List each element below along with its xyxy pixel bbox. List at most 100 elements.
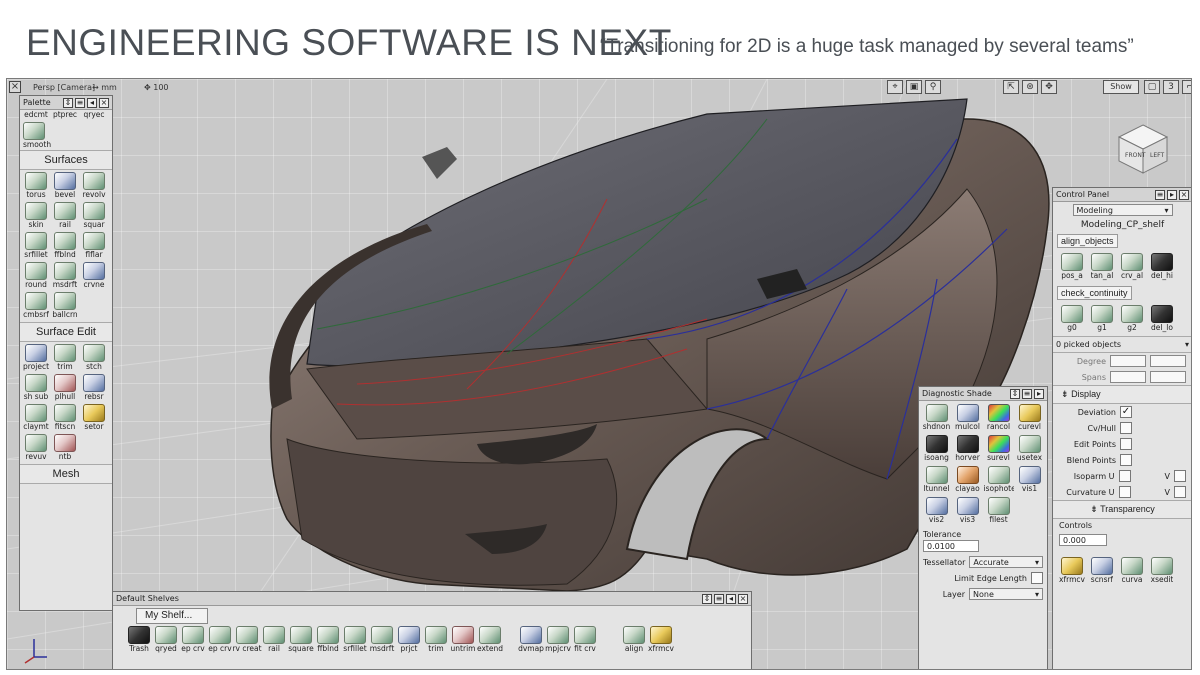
tolerance-input[interactable]: 0.0100 [923, 540, 979, 552]
diag-isophote[interactable]: isophote [983, 466, 1014, 494]
zoom-icon[interactable]: ⚲ [925, 80, 941, 94]
collapse-icon[interactable]: ▸ [1167, 189, 1177, 200]
diag-rancol[interactable]: rancol [983, 404, 1014, 432]
list-icon[interactable]: ≡ [1022, 388, 1032, 399]
tool-rail[interactable]: rail [51, 202, 79, 230]
shelf-tool-rv-creat[interactable]: rv creat [232, 626, 262, 654]
tool-bevel[interactable]: bevel [51, 172, 79, 200]
tool-cmbsrf[interactable]: cmbsrf [22, 292, 50, 320]
diag-usetex[interactable]: usetex [1014, 435, 1045, 463]
shelf-tool-xfrmcv[interactable]: xfrmcv [648, 626, 674, 654]
shelf-tool-ep-crv-2[interactable]: ep crv [208, 626, 232, 654]
tool-msdrft[interactable]: msdrft [51, 262, 79, 290]
shelf-tool-fit-crv[interactable]: fit crv [573, 626, 597, 654]
tessellator-select[interactable]: Accurate ▾ [969, 556, 1043, 568]
shelf-tool-trash[interactable]: Trash [127, 626, 151, 654]
close-icon[interactable]: × [99, 97, 109, 108]
diag-vis3[interactable]: vis3 [952, 497, 983, 525]
tool-stch[interactable]: stch [80, 344, 108, 372]
mesh-section-title[interactable]: Mesh [20, 464, 112, 484]
tool-round[interactable]: round [22, 262, 50, 290]
diag-filest[interactable]: filest [983, 497, 1014, 525]
cp-g0[interactable]: g0 [1057, 305, 1087, 333]
view-cube[interactable]: FRONT LEFT [1117, 123, 1169, 175]
close-icon[interactable]: × [738, 593, 748, 604]
shelf-tool-dvmap[interactable]: dvmap [518, 626, 544, 654]
shelf-tool-ep-crv[interactable]: ep crv [181, 626, 205, 654]
cv-hull-checkbox[interactable] [1120, 422, 1132, 434]
cp-del-hi[interactable]: del_hi [1147, 253, 1177, 281]
isoparm-u-checkbox[interactable] [1118, 470, 1131, 482]
pin-icon[interactable]: ⇕ [1010, 388, 1020, 399]
collapse-icon[interactable]: ◂ [87, 97, 97, 108]
tool-ffblnd[interactable]: ffblnd [51, 232, 79, 260]
mode-select[interactable]: Modeling ▾ [1072, 204, 1173, 216]
pin-icon[interactable]: ⇕ [63, 97, 73, 108]
diag-vis2[interactable]: vis2 [921, 497, 952, 525]
tool-rebsr[interactable]: rebsr [80, 374, 108, 402]
layer-select[interactable]: None ▾ [969, 588, 1043, 600]
cp-pos-a[interactable]: pos_a [1057, 253, 1087, 281]
diag-mulcol[interactable]: mulcol [952, 404, 983, 432]
shelf-tool-extend[interactable]: extend [477, 626, 503, 654]
cp-scnsrf[interactable]: scnsrf [1087, 557, 1117, 585]
diag-surevl[interactable]: surevl [983, 435, 1014, 463]
transparency-section-title[interactable]: ⇟ Transparency [1053, 500, 1191, 519]
layout-corner-icon[interactable]: ⌐ [1182, 80, 1191, 94]
list-icon[interactable]: ≡ [75, 97, 85, 108]
shelf-tool-qryed[interactable]: qryed [154, 626, 178, 654]
check-continuity-label[interactable]: check_continuity [1057, 286, 1132, 300]
spans-field[interactable] [1110, 371, 1146, 383]
pin-icon[interactable]: ⇕ [702, 593, 712, 604]
layout-three-icon[interactable]: 3 [1163, 80, 1179, 94]
shelf-tool-prjct[interactable]: prjct [397, 626, 421, 654]
tool-revolve[interactable]: revolv [80, 172, 108, 200]
close-icon[interactable]: × [1179, 189, 1189, 200]
diag-isoang[interactable]: isoang [921, 435, 952, 463]
edit-points-checkbox[interactable] [1120, 438, 1132, 450]
shelf-tool-msdrft[interactable]: msdrft [370, 626, 394, 654]
diag-curevl[interactable]: curevl [1014, 404, 1045, 432]
tool-square[interactable]: squar [80, 202, 108, 230]
shelf-tool-trim[interactable]: trim [424, 626, 448, 654]
deviation-checkbox[interactable]: ✓ [1120, 406, 1132, 418]
curvature-u-checkbox[interactable] [1118, 486, 1131, 498]
diag-horver[interactable]: horver [952, 435, 983, 463]
tool-fitscn[interactable]: fitscn [51, 404, 79, 432]
tool-ntb[interactable]: ntb [51, 434, 79, 462]
shelf-tool-srfillet[interactable]: srfillet [343, 626, 367, 654]
shelf-tool-rail[interactable]: rail [262, 626, 286, 654]
pan-icon[interactable]: ⇱ [1003, 80, 1019, 94]
tool-skin[interactable]: skin [22, 202, 50, 230]
tool-claymt[interactable]: claymt [22, 404, 50, 432]
tool-srfillet[interactable]: srfillet [22, 232, 50, 260]
tool-project[interactable]: project [22, 344, 50, 372]
diag-vis1[interactable]: vis1 [1014, 466, 1045, 494]
display-section-title[interactable]: ⇟ Display [1053, 385, 1191, 404]
limit-edge-checkbox[interactable] [1031, 572, 1043, 584]
cp-tan-al[interactable]: tan_al [1087, 253, 1117, 281]
shelf-tool-ffblnd[interactable]: ffblnd [316, 626, 340, 654]
camera-icon[interactable]: ⌖ [887, 80, 903, 94]
tool-flflar[interactable]: flflar [80, 232, 108, 260]
film-icon[interactable]: ▣ [906, 80, 922, 94]
surface-edit-section-title[interactable]: Surface Edit [20, 322, 112, 342]
cp-xfrmcv[interactable]: xfrmcv [1057, 557, 1087, 585]
cp-crv-al[interactable]: crv_al [1117, 253, 1147, 281]
tool-sh-sub[interactable]: sh sub [22, 374, 50, 402]
degree-field[interactable] [1110, 355, 1146, 367]
diag-ltunnel[interactable]: ltunnel [921, 466, 952, 494]
cp-g2[interactable]: g2 [1117, 305, 1147, 333]
curvature-v-checkbox[interactable] [1174, 486, 1186, 498]
cp-curva[interactable]: curva [1117, 557, 1147, 585]
collapse-icon[interactable]: ◂ [726, 593, 736, 604]
isoparm-v-checkbox[interactable] [1174, 470, 1186, 482]
tool-crvne[interactable]: crvne [80, 262, 108, 290]
camera-label[interactable]: Persp [Camera] [33, 83, 95, 92]
diag-clayao[interactable]: clayao [952, 466, 983, 494]
tool-edcmt[interactable]: edcmt [22, 110, 50, 120]
controls-input[interactable]: 0.000 [1059, 534, 1107, 546]
shelf-tool-align[interactable]: align [622, 626, 646, 654]
shelf-tool-mpjcrv[interactable]: mpjcrv [545, 626, 571, 654]
cp-g1[interactable]: g1 [1087, 305, 1117, 333]
